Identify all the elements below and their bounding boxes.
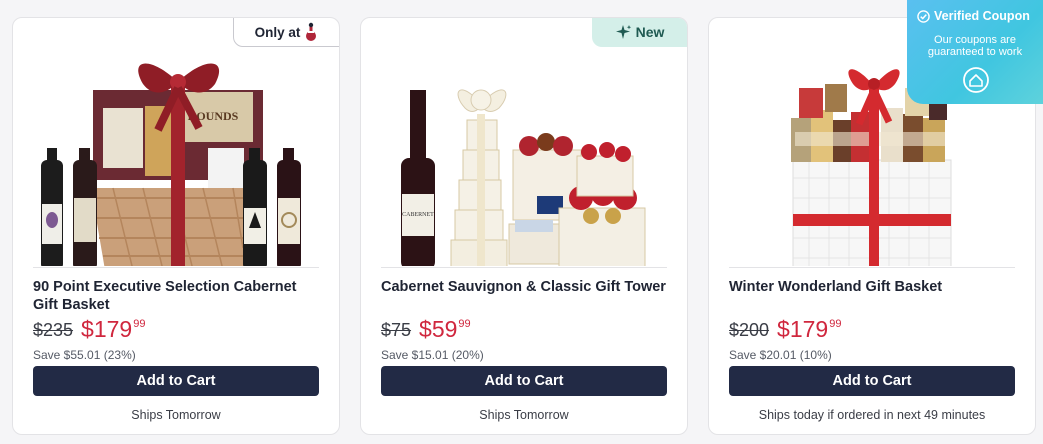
divider xyxy=(381,267,667,268)
add-to-cart-button[interactable]: Add to Cart xyxy=(381,366,667,396)
product-title[interactable]: 90 Point Executive Selection Cabernet Gi… xyxy=(33,278,321,314)
product-title[interactable]: Cabernet Sauvignon & Classic Gift Tower xyxy=(381,278,669,296)
sale-price-cents: 99 xyxy=(829,318,842,330)
sale-price-cents: 99 xyxy=(133,318,146,330)
coupon-description: Our coupons are guaranteed to work xyxy=(927,34,1023,58)
verified-coupon-badge[interactable]: Verified Coupon Our coupons are guarante… xyxy=(907,0,1043,104)
svg-text:CABERNET: CABERNET xyxy=(402,212,434,218)
only-at-badge: Only at xyxy=(233,18,339,47)
savings-text: Save $55.01 (23%) xyxy=(33,348,136,362)
sale-price: $179 xyxy=(777,316,829,342)
price-row: $235 $179 99 xyxy=(33,317,145,343)
original-price: $200 xyxy=(729,320,770,340)
original-price: $235 xyxy=(33,320,74,340)
sparkle-icon xyxy=(615,25,631,39)
coupon-title-label: Verified Coupon xyxy=(934,9,1030,23)
sale-price-cents: 99 xyxy=(458,318,471,330)
product-image[interactable]: CABERNET xyxy=(381,48,667,266)
coupon-title: Verified Coupon xyxy=(917,9,1030,23)
only-at-label: Only at xyxy=(254,24,301,40)
product-card[interactable]: New CABERNET Cabernet Sauvignon & Classi… xyxy=(360,17,688,435)
price-row: $75 $59 99 xyxy=(381,317,471,343)
original-price: $75 xyxy=(381,320,412,340)
shipping-info: Ships Tomorrow xyxy=(131,408,221,422)
add-to-cart-button[interactable]: Add to Cart xyxy=(33,366,319,396)
new-label: New xyxy=(635,24,665,40)
product-image[interactable]: ROUNDS xyxy=(33,48,319,266)
seal-badge-icon xyxy=(963,67,989,93)
product-card[interactable]: Only at ROUNDS 90 Point Executive Select… xyxy=(12,17,340,435)
wine-mascot-icon xyxy=(306,22,317,41)
check-circle-icon xyxy=(917,9,930,23)
shipping-info: Ships today if ordered in next 49 minute… xyxy=(758,408,986,422)
savings-text: Save $20.01 (10%) xyxy=(729,348,832,362)
divider xyxy=(729,267,1015,268)
new-badge: New xyxy=(592,18,687,47)
sale-price: $179 xyxy=(81,316,133,342)
add-to-cart-button[interactable]: Add to Cart xyxy=(729,366,1015,396)
divider xyxy=(33,267,319,268)
savings-text: Save $15.01 (20%) xyxy=(381,348,484,362)
price-row: $200 $179 99 xyxy=(729,317,841,343)
sale-price: $59 xyxy=(419,316,458,342)
product-title[interactable]: Winter Wonderland Gift Basket xyxy=(729,278,1017,296)
shipping-info: Ships Tomorrow xyxy=(479,408,569,422)
